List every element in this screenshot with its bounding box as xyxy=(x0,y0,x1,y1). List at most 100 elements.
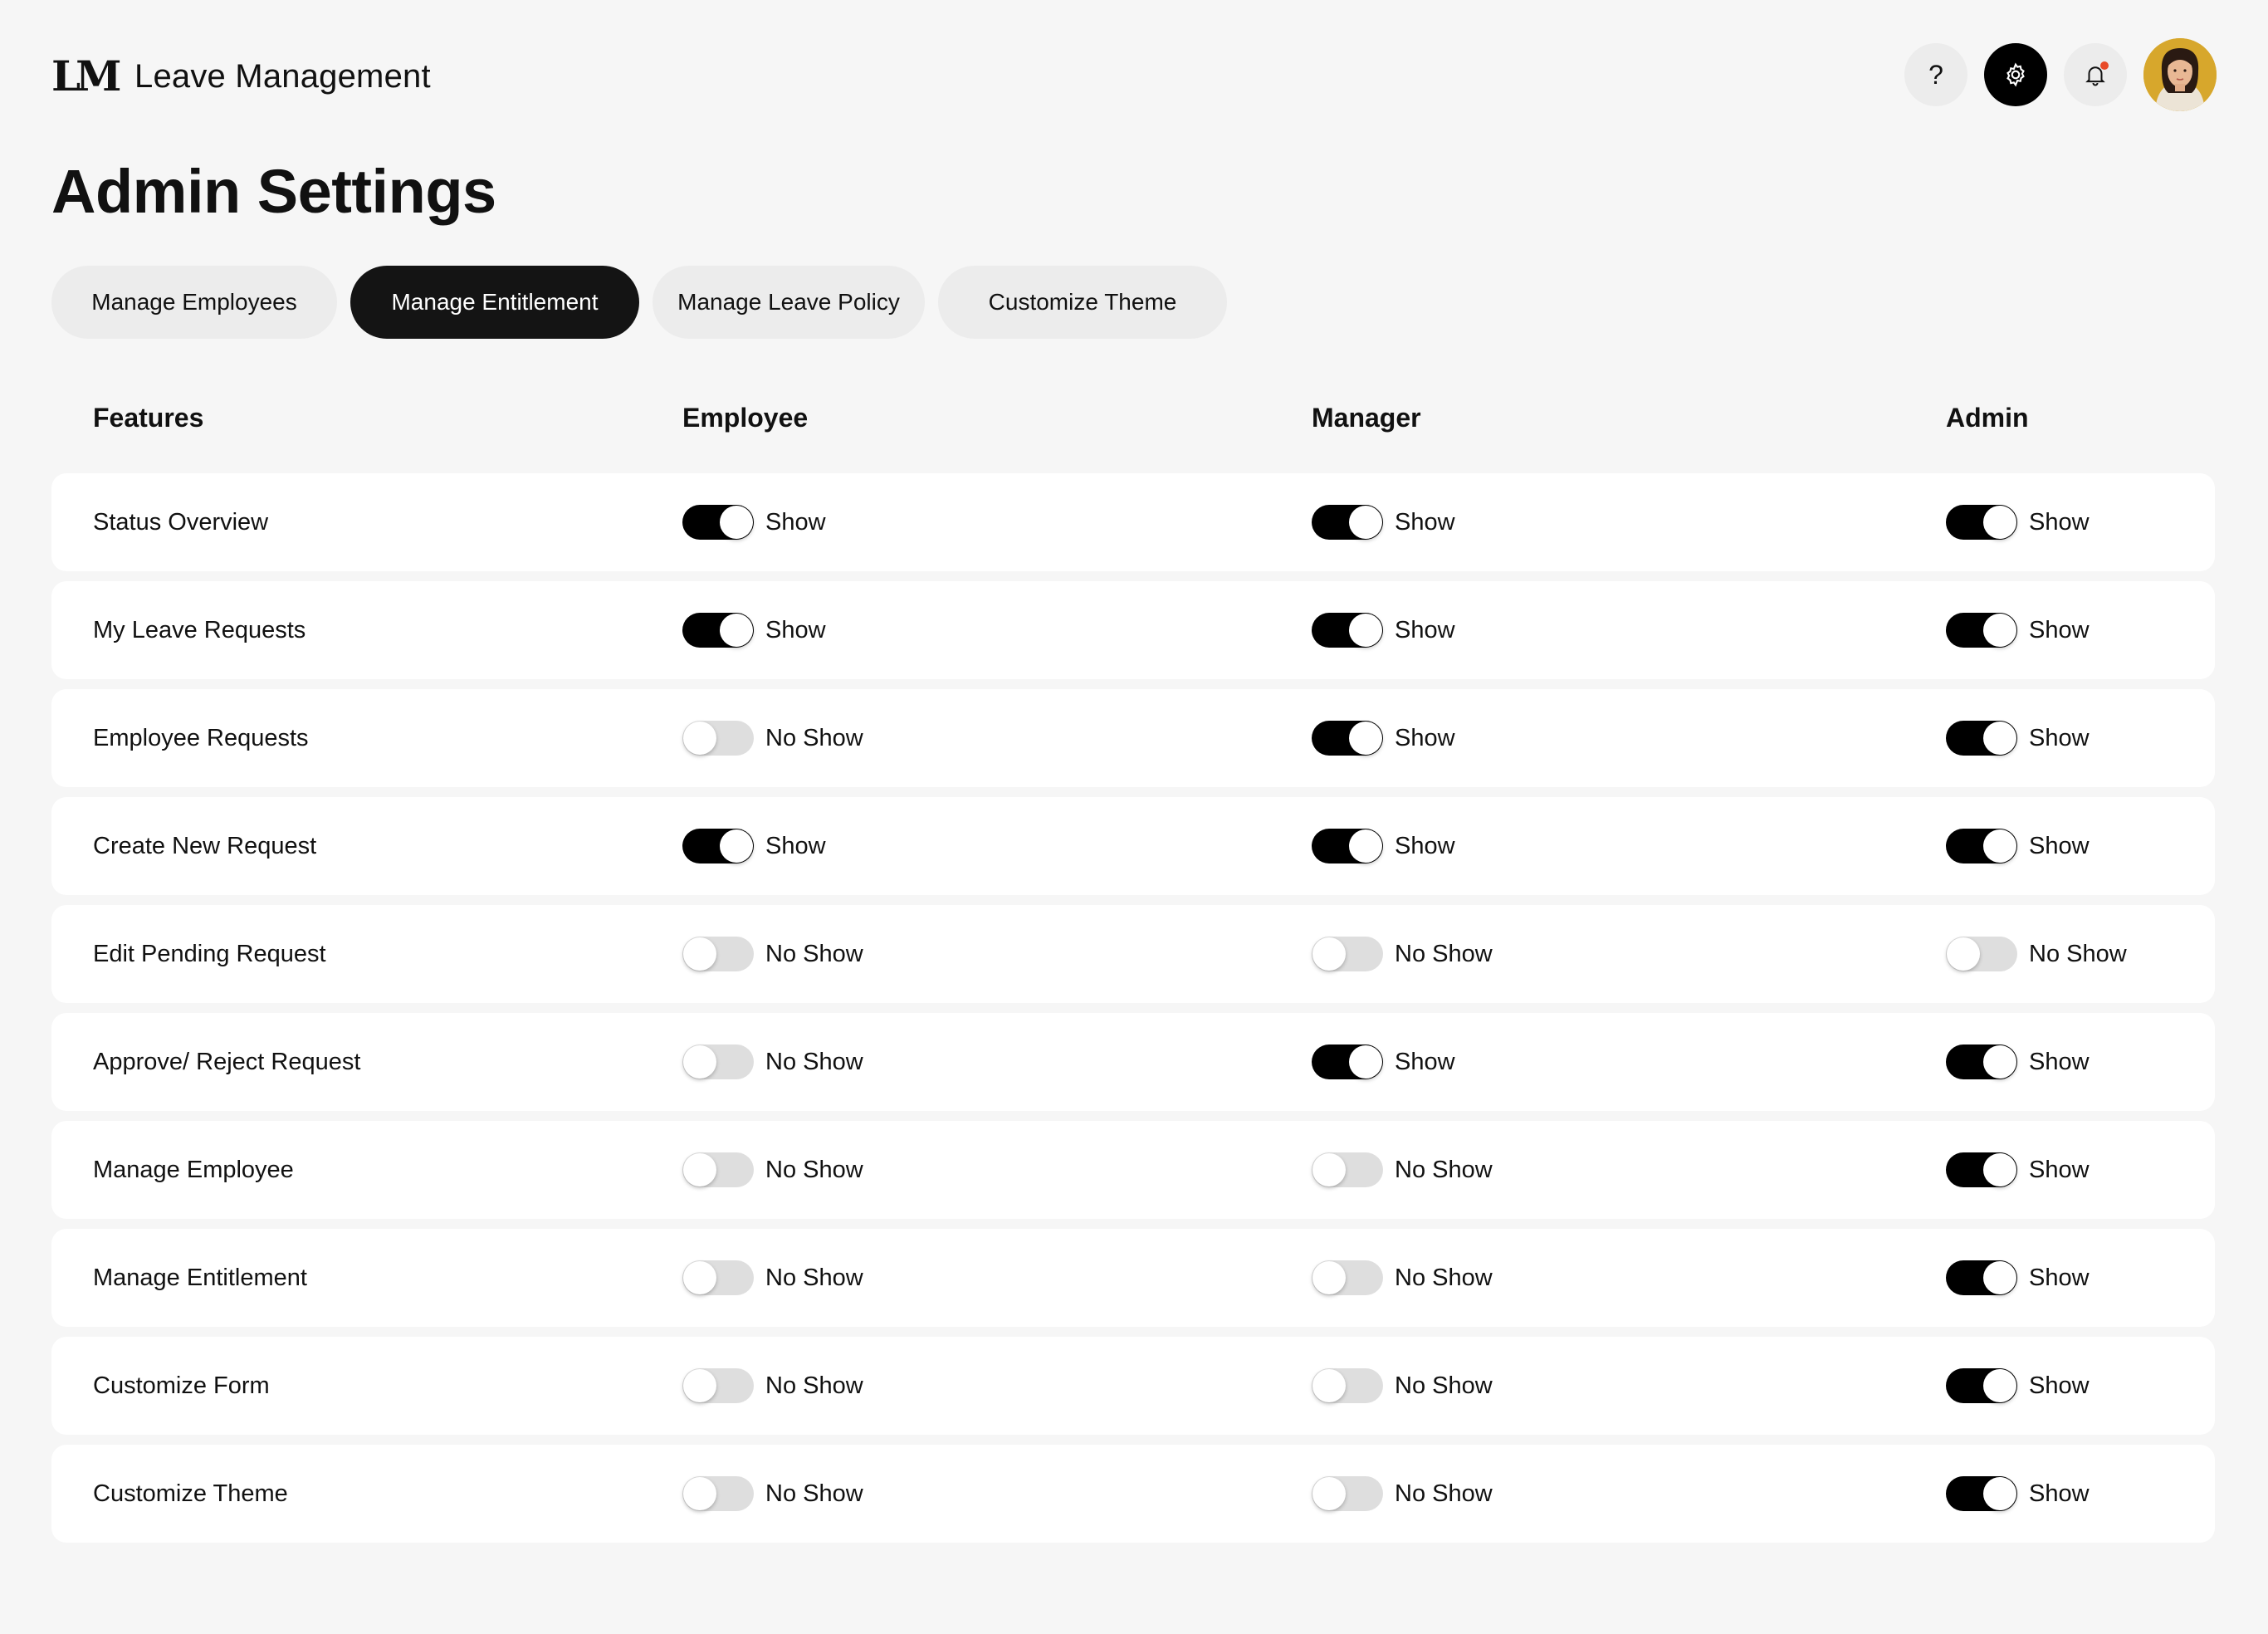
employee-toggle-label: No Show xyxy=(765,1480,863,1507)
manager-toggle[interactable] xyxy=(1312,1044,1383,1079)
manager-toggle[interactable] xyxy=(1312,1152,1383,1187)
table-header: Features Employee Manager Admin xyxy=(51,365,2215,473)
toggle-knob xyxy=(1947,937,1980,971)
employee-toggle[interactable] xyxy=(682,1368,754,1403)
toggle-knob xyxy=(1983,614,2016,647)
employee-visibility-cell: Show xyxy=(682,797,826,895)
header-manager: Manager xyxy=(1312,403,1421,433)
toggle-knob xyxy=(1349,506,1382,539)
manager-toggle[interactable] xyxy=(1312,721,1383,756)
employee-toggle[interactable] xyxy=(682,1152,754,1187)
admin-toggle-label: Show xyxy=(2029,1372,2090,1399)
manager-toggle[interactable] xyxy=(1312,1476,1383,1511)
header-actions: ? xyxy=(1888,38,2217,111)
notifications-button[interactable] xyxy=(2064,43,2127,106)
manager-visibility-cell: Show xyxy=(1312,473,1455,571)
table-row: Edit Pending Request No Show No Show No Sho… xyxy=(51,905,2215,1003)
employee-toggle-label: Show xyxy=(765,508,826,536)
table-row: Approve/ Reject Request No Show Show Show xyxy=(51,1013,2215,1111)
employee-toggle[interactable] xyxy=(682,505,754,540)
manager-visibility-cell: Show xyxy=(1312,581,1455,679)
employee-toggle-label: No Show xyxy=(765,1372,863,1399)
employee-visibility-cell: Show xyxy=(682,473,826,571)
tab-manage-leave-policy[interactable]: Manage Leave Policy xyxy=(653,266,925,339)
admin-visibility-cell: Show xyxy=(1946,581,2090,679)
tab-customize-theme[interactable]: Customize Theme xyxy=(938,266,1227,339)
admin-toggle[interactable] xyxy=(1946,1368,2017,1403)
manager-toggle-label: Show xyxy=(1395,832,1455,859)
logo: LM xyxy=(51,51,122,100)
manager-toggle-label: Show xyxy=(1395,1048,1455,1075)
toggle-knob xyxy=(1349,614,1382,647)
employee-toggle[interactable] xyxy=(682,937,754,971)
toggle-knob xyxy=(683,1477,716,1510)
table-row: Status Overview Show Show Show xyxy=(51,473,2215,571)
settings-tabs: Manage Employees Manage Entitlement Mana… xyxy=(51,266,1240,339)
employee-visibility-cell: No Show xyxy=(682,905,863,1003)
app-root: LM Leave Management ? Admin Settings Man… xyxy=(0,0,2268,1634)
employee-toggle[interactable] xyxy=(682,721,754,756)
brand[interactable]: LM Leave Management xyxy=(51,51,431,101)
feature-name: Approve/ Reject Request xyxy=(93,1048,361,1075)
admin-toggle[interactable] xyxy=(1946,721,2017,756)
employee-toggle[interactable] xyxy=(682,613,754,648)
admin-toggle[interactable] xyxy=(1946,1476,2017,1511)
tab-manage-entitlement[interactable]: Manage Entitlement xyxy=(350,266,639,339)
toggle-knob xyxy=(683,937,716,971)
manager-toggle[interactable] xyxy=(1312,505,1383,540)
tab-manage-employees[interactable]: Manage Employees xyxy=(51,266,337,339)
admin-toggle[interactable] xyxy=(1946,1044,2017,1079)
employee-toggle[interactable] xyxy=(682,1476,754,1511)
employee-toggle-label: No Show xyxy=(765,940,863,967)
admin-toggle-label: Show xyxy=(2029,832,2090,859)
toggle-knob xyxy=(683,1045,716,1079)
toggle-knob xyxy=(1312,1369,1346,1402)
manager-toggle[interactable] xyxy=(1312,1368,1383,1403)
feature-name: My Leave Requests xyxy=(93,616,306,643)
manager-visibility-cell: No Show xyxy=(1312,905,1493,1003)
feature-name: Customize Form xyxy=(93,1372,270,1399)
help-button[interactable]: ? xyxy=(1904,43,1967,106)
manager-toggle[interactable] xyxy=(1312,829,1383,863)
table-row: My Leave Requests Show Show Show xyxy=(51,581,2215,679)
notification-dot xyxy=(2100,61,2109,70)
admin-toggle[interactable] xyxy=(1946,829,2017,863)
table-body: Status Overview Show Show Show My Leave Requ… xyxy=(51,473,2215,1543)
settings-button[interactable] xyxy=(1984,43,2047,106)
toggle-knob xyxy=(683,722,716,755)
employee-toggle[interactable] xyxy=(682,1260,754,1295)
admin-toggle-label: No Show xyxy=(2029,940,2127,967)
header-employee: Employee xyxy=(682,403,809,433)
admin-toggle[interactable] xyxy=(1946,505,2017,540)
admin-toggle[interactable] xyxy=(1946,1152,2017,1187)
employee-toggle[interactable] xyxy=(682,829,754,863)
toggle-knob xyxy=(1312,1477,1346,1510)
manager-toggle[interactable] xyxy=(1312,1260,1383,1295)
admin-toggle-label: Show xyxy=(2029,724,2090,751)
admin-visibility-cell: Show xyxy=(1946,473,2090,571)
toggle-knob xyxy=(683,1153,716,1186)
admin-toggle[interactable] xyxy=(1946,937,2017,971)
manager-toggle-label: Show xyxy=(1395,616,1455,643)
feature-name: Manage Entitlement xyxy=(93,1264,307,1291)
avatar[interactable] xyxy=(2143,38,2217,111)
admin-toggle[interactable] xyxy=(1946,613,2017,648)
feature-name: Create New Request xyxy=(93,832,317,859)
toggle-knob xyxy=(720,829,753,863)
employee-visibility-cell: No Show xyxy=(682,1445,863,1543)
feature-name: Status Overview xyxy=(93,508,269,536)
employee-toggle[interactable] xyxy=(682,1044,754,1079)
toggle-knob xyxy=(1983,506,2016,539)
toggle-knob xyxy=(1312,1153,1346,1186)
manager-toggle[interactable] xyxy=(1312,937,1383,971)
employee-visibility-cell: No Show xyxy=(682,1121,863,1219)
feature-name: Employee Requests xyxy=(93,724,309,751)
admin-toggle-label: Show xyxy=(2029,616,2090,643)
toggle-knob xyxy=(1983,1369,2016,1402)
header-features: Features xyxy=(93,403,204,433)
admin-toggle[interactable] xyxy=(1946,1260,2017,1295)
manager-toggle[interactable] xyxy=(1312,613,1383,648)
admin-visibility-cell: Show xyxy=(1946,1229,2090,1327)
admin-visibility-cell: Show xyxy=(1946,689,2090,787)
employee-toggle-label: No Show xyxy=(765,1048,863,1075)
